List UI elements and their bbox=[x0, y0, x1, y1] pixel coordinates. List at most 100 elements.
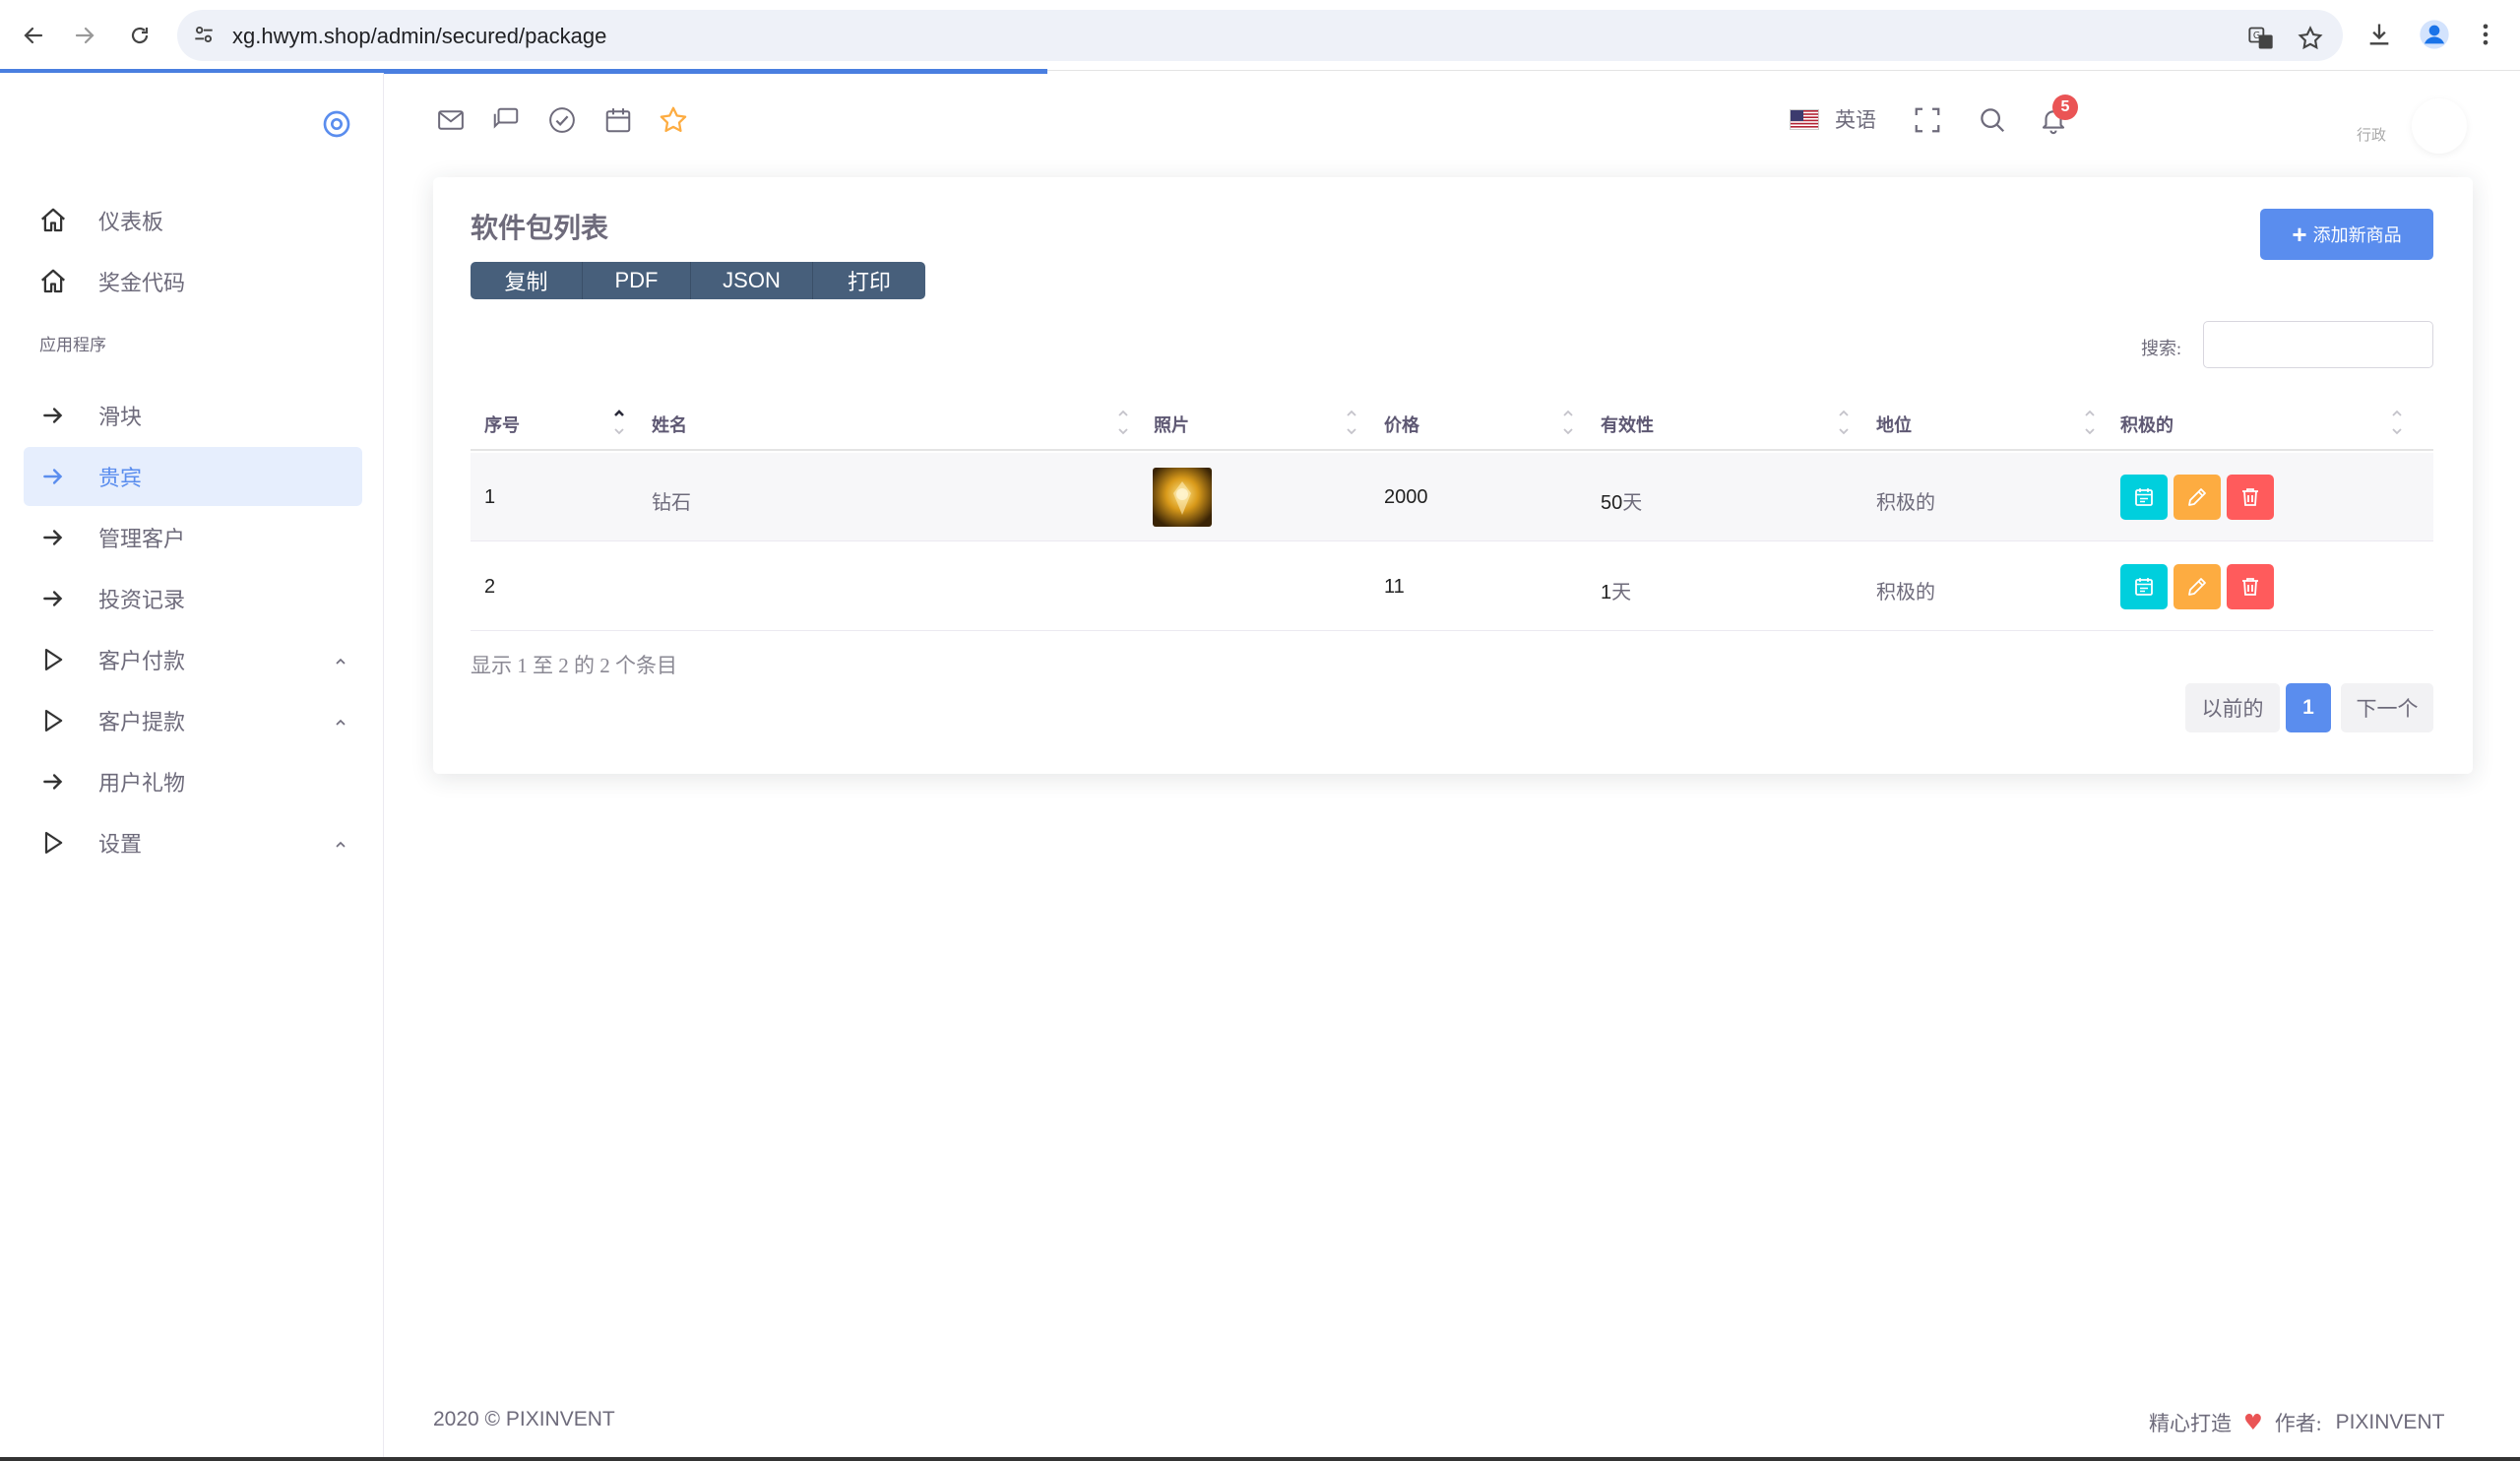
browser-toolbar: xg.hwym.shop/admin/secured/package G bbox=[0, 0, 2520, 74]
sidebar-item-9[interactable]: 用户礼物 bbox=[24, 752, 362, 811]
row-name: 钻石 bbox=[652, 492, 691, 514]
chat-icon[interactable] bbox=[488, 102, 524, 138]
svg-text:G: G bbox=[2253, 31, 2260, 41]
sidebar: 仪表板奖金代码滑块贵宾 管理客户 投资记录客户付款客户提款用户礼物设置 应用程序 bbox=[0, 73, 384, 1461]
column-header-name[interactable]: 姓名 bbox=[652, 412, 687, 437]
sort-arrows-icon[interactable] bbox=[2083, 406, 2097, 439]
add-new-item-button[interactable]: + 添加新商品 bbox=[2260, 209, 2433, 260]
sidebar-item-label: 用户礼物 bbox=[98, 771, 186, 795]
address-bar[interactable]: xg.hwym.shop/admin/secured/package G bbox=[177, 10, 2343, 61]
column-header-price[interactable]: 价格 bbox=[1384, 412, 1419, 437]
search-label: 搜索: bbox=[2141, 339, 2182, 358]
play-icon bbox=[33, 640, 73, 679]
pdf-button[interactable]: PDF bbox=[583, 262, 691, 299]
sidebar-item-4[interactable]: 贵宾 bbox=[24, 447, 362, 506]
todo-check-icon[interactable] bbox=[544, 102, 580, 138]
chevron-up-icon bbox=[333, 833, 348, 858]
email-icon[interactable] bbox=[433, 102, 469, 138]
sidebar-item-label: 客户付款 bbox=[98, 649, 186, 673]
profile-avatar-icon[interactable] bbox=[2418, 18, 2451, 51]
row-status: 积极的 bbox=[1876, 492, 1935, 514]
trash-icon bbox=[2242, 488, 2258, 506]
footer-credit: 精心打造 ♥ 作者: PIXINVENT bbox=[2149, 1408, 2444, 1437]
avatar[interactable] bbox=[2412, 98, 2467, 154]
sidebar-item-label: 滑块 bbox=[98, 405, 143, 429]
delete-button[interactable] bbox=[2227, 564, 2274, 609]
browser-menu-icon[interactable] bbox=[2469, 18, 2502, 51]
us-flag-icon bbox=[1790, 108, 1819, 130]
table-info-text: 显示 1 至 2 的 2 个条目 bbox=[471, 654, 677, 677]
sort-arrows-icon[interactable] bbox=[612, 406, 626, 439]
forward-button[interactable] bbox=[65, 16, 104, 55]
sidebar-item-3[interactable]: 滑块 bbox=[24, 386, 362, 445]
sidebar-item-2[interactable]: 奖金代码 bbox=[24, 252, 362, 311]
chevron-up-icon bbox=[333, 711, 348, 736]
fullscreen-icon[interactable] bbox=[1910, 102, 1945, 138]
sort-arrows-icon[interactable] bbox=[1116, 406, 1130, 439]
home-icon bbox=[33, 201, 73, 240]
pagination-next-button[interactable]: 下一个 bbox=[2341, 683, 2433, 732]
site-settings-icon[interactable] bbox=[191, 22, 217, 52]
view-button[interactable] bbox=[2120, 475, 2168, 520]
sidebar-item-label: 奖金代码 bbox=[98, 271, 186, 295]
section-title-apps: 应用程序 bbox=[39, 336, 106, 354]
sort-arrows-icon[interactable] bbox=[2390, 406, 2404, 439]
search-input[interactable] bbox=[2203, 321, 2433, 368]
arrow-right-icon bbox=[33, 762, 73, 801]
bookmark-star-icon[interactable] bbox=[656, 102, 691, 138]
column-header-photo[interactable]: 照片 bbox=[1154, 412, 1189, 437]
edit-button[interactable] bbox=[2174, 564, 2221, 609]
edit-button[interactable] bbox=[2174, 475, 2221, 520]
copy-button[interactable]: 复制 bbox=[471, 262, 583, 299]
row-id: 2 bbox=[484, 576, 496, 598]
footer-by: 作者: bbox=[2274, 1412, 2322, 1435]
view-button[interactable] bbox=[2120, 564, 2168, 609]
column-header-validity[interactable]: 有效性 bbox=[1601, 412, 1654, 437]
delete-button[interactable] bbox=[2227, 475, 2274, 520]
print-button[interactable]: 打印 bbox=[813, 262, 925, 299]
url-text: xg.hwym.shop/admin/secured/package bbox=[232, 24, 607, 48]
notification-count-badge: 5 bbox=[2052, 95, 2078, 120]
row-validity-number: 50 bbox=[1601, 492, 1623, 514]
sidebar-item-label: 客户提款 bbox=[98, 710, 186, 734]
row-validity-number: 1 bbox=[1601, 582, 1612, 603]
package-photo bbox=[1153, 468, 1212, 527]
add-button-label: 添加新商品 bbox=[2312, 225, 2402, 245]
pencil-icon bbox=[2188, 578, 2206, 596]
sort-arrows-icon[interactable] bbox=[1561, 406, 1575, 439]
row-validity: 50天 bbox=[1601, 486, 1642, 515]
column-header-status[interactable]: 地位 bbox=[1876, 412, 1912, 437]
calendar-icon[interactable] bbox=[600, 102, 636, 138]
row-price: 11 bbox=[1384, 576, 1405, 598]
json-button[interactable]: JSON bbox=[691, 262, 813, 299]
translate-icon[interactable]: G bbox=[2244, 22, 2278, 55]
play-icon bbox=[33, 823, 73, 862]
back-button[interactable] bbox=[14, 16, 53, 55]
card-title: 软件包列表 bbox=[471, 214, 609, 244]
bookmark-star-icon[interactable] bbox=[2294, 22, 2327, 55]
row-status: 积极的 bbox=[1876, 582, 1935, 603]
download-icon[interactable] bbox=[2362, 18, 2396, 51]
sidebar-item-10[interactable]: 设置 bbox=[24, 813, 362, 872]
sidebar-item-8[interactable]: 客户提款 bbox=[24, 691, 362, 750]
table-row: 2 11 1天 积极的 bbox=[471, 542, 2433, 631]
column-header-id[interactable]: 序号 bbox=[484, 412, 520, 437]
sidebar-item-1[interactable]: 仪表板 bbox=[24, 191, 362, 250]
footer-brand: PIXINVENT bbox=[2335, 1411, 2445, 1433]
sidebar-toggle-icon[interactable] bbox=[321, 108, 352, 145]
column-header-active[interactable]: 积极的 bbox=[2120, 412, 2174, 437]
language-selector[interactable]: 英语 bbox=[1790, 104, 1876, 134]
sort-arrows-icon[interactable] bbox=[1345, 406, 1358, 439]
sort-arrows-icon[interactable] bbox=[1837, 406, 1851, 439]
back-arrow-icon bbox=[24, 27, 43, 44]
reload-button[interactable] bbox=[120, 16, 159, 55]
arrow-right-icon bbox=[33, 579, 73, 618]
pagination-previous-button[interactable]: 以前的 bbox=[2185, 683, 2280, 732]
search-icon[interactable] bbox=[1975, 102, 2010, 138]
play-icon bbox=[33, 701, 73, 740]
pagination-page-1[interactable]: 1 bbox=[2286, 683, 2331, 732]
calendar-icon bbox=[2135, 578, 2153, 596]
sidebar-item-6[interactable]: 投资记录 bbox=[24, 569, 362, 628]
sidebar-item-5[interactable]: 管理客户 bbox=[24, 508, 362, 567]
sidebar-item-7[interactable]: 客户付款 bbox=[24, 630, 362, 689]
